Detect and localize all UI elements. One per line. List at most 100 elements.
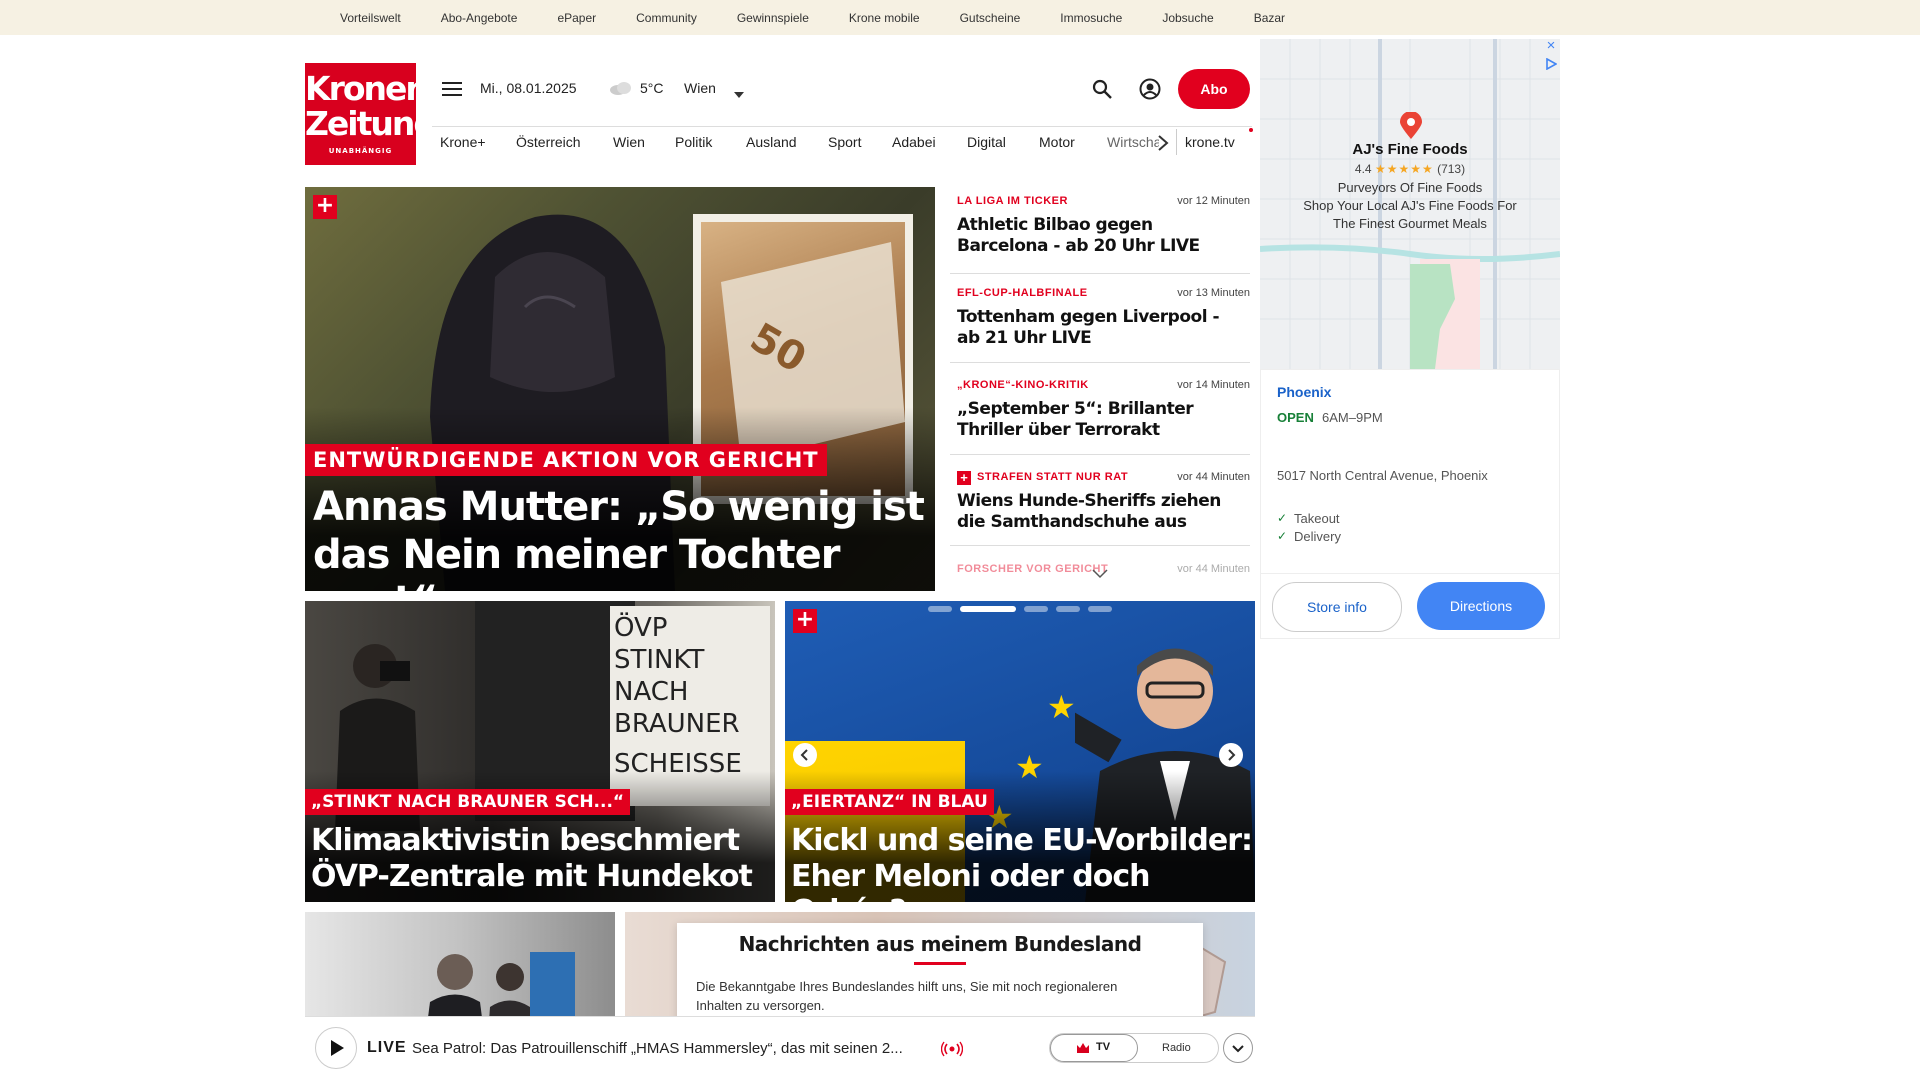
tv-toggle-button[interactable]: TV xyxy=(1050,1034,1138,1062)
utility-bar: Vorteilswelt Abo-Angebote ePaper Communi… xyxy=(0,0,1920,35)
utility-link-krone-mobile[interactable]: Krone mobile xyxy=(849,11,920,25)
utility-link-gewinnspiele[interactable]: Gewinnspiele xyxy=(737,11,809,25)
ad-feature-takeout: Takeout xyxy=(1294,511,1340,526)
carousel-dot-active[interactable] xyxy=(960,606,1016,612)
ad-hours: 6AM–9PM xyxy=(1322,410,1383,425)
nav-item-kroneplus[interactable]: Krone+ xyxy=(440,134,486,150)
list-item-category: EFL-CUP-HALBFINALE xyxy=(957,287,1088,299)
ad-city[interactable]: Phoenix xyxy=(1277,384,1331,400)
list-item-time: vor 13 Minuten xyxy=(1177,287,1250,299)
check-icon: ✓ xyxy=(1277,511,1288,525)
utility-link-bazar[interactable]: Bazar xyxy=(1254,11,1285,25)
nav-item-digital[interactable]: Digital xyxy=(967,134,1006,150)
list-item-time: vor 44 Minuten xyxy=(1177,563,1250,575)
graffiti-line: ÖVP xyxy=(614,613,668,643)
list-item[interactable]: LA LIGA IM TICKER vor 12 Minuten Athleti… xyxy=(950,187,1250,274)
list-item-title[interactable]: Tottenham gegen Liverpool - ab 21 Uhr LI… xyxy=(957,307,1247,349)
check-icon: ✓ xyxy=(1277,529,1288,543)
site-logo[interactable]: Kronen Zeitung UNABHÄNGIG xyxy=(305,63,437,165)
nav-item-politik[interactable]: Politik xyxy=(675,134,712,150)
live-label: LIVE xyxy=(367,1039,407,1056)
utility-link-epaper[interactable]: ePaper xyxy=(557,11,596,25)
list-item-title[interactable]: Athletic Bilbao gegen Barcelona - ab 20 … xyxy=(957,215,1247,257)
popup-title: Nachrichten aus meinem Bundesland xyxy=(738,932,1142,956)
hero-article[interactable]: 50 + ENTWÜRDIGENDE AKTION VOR GERICHT An… xyxy=(305,187,935,591)
carousel-next-icon[interactable] xyxy=(1219,743,1243,767)
list-item-time: vor 12 Minuten xyxy=(1177,195,1250,207)
media-toggle[interactable]: TV Radio xyxy=(1049,1033,1219,1063)
play-button[interactable] xyxy=(315,1027,357,1069)
list-item-title[interactable]: Wiens Hunde-Sheriffs ziehen die Samthand… xyxy=(957,491,1247,533)
article-card-climate-activist[interactable]: ÖVP STINKT NACH BRAUNER SCHEISSE „STINKT… xyxy=(305,601,775,902)
ad-description-line2: Shop Your Local AJ's Fine Foods For xyxy=(1303,198,1517,213)
ad-open-status: OPEN xyxy=(1277,410,1314,425)
list-item[interactable]: „KRONE“-KINO-KRITIK vor 14 Minuten „Sept… xyxy=(950,371,1250,455)
utility-link-gutscheine[interactable]: Gutscheine xyxy=(960,11,1021,25)
nav-item-sport[interactable]: Sport xyxy=(828,134,861,150)
user-account-icon[interactable] xyxy=(1139,78,1161,100)
subscribe-button[interactable]: Abo xyxy=(1178,69,1250,109)
list-item-category: FORSCHER VOR GERICHT xyxy=(957,563,1109,575)
carousel-dot[interactable] xyxy=(928,606,952,612)
search-icon[interactable] xyxy=(1092,79,1112,99)
nav-item-wirtschaft[interactable]: Wirtschaft xyxy=(1107,134,1159,150)
list-item-time: vor 14 Minuten xyxy=(1177,379,1250,391)
hero-headline-line2: das Nein meiner Tochter wert“ xyxy=(313,532,840,591)
card-kicker: „EIERTANZ“ IN BLAU xyxy=(785,789,994,815)
ad-rating-row: 4.4 ★★★★★ (713) xyxy=(1260,162,1560,176)
logo-line2: Zeitung xyxy=(305,104,437,143)
nav-item-krone-tv[interactable]: krone.tv xyxy=(1185,134,1235,150)
list-item-title[interactable]: „September 5“: Brillanter Thriller über … xyxy=(957,399,1247,441)
card-headline-line2: ÖVP-Zentrale mit Hundekot xyxy=(311,859,753,894)
nav-item-oesterreich[interactable]: Österreich xyxy=(516,134,581,150)
carousel-dot[interactable] xyxy=(1024,606,1048,612)
scroll-down-chevron-icon[interactable] xyxy=(1092,566,1108,579)
carousel-dot[interactable] xyxy=(1088,606,1112,612)
ad-close-icon[interactable]: × xyxy=(1544,38,1558,53)
plus-badge-icon: + xyxy=(793,609,817,633)
city-select[interactable]: Wien xyxy=(684,80,716,96)
chevron-right-icon[interactable] xyxy=(1156,135,1170,151)
ad-review-count: (713) xyxy=(1437,162,1466,176)
card-headline-line1: Kickl und seine EU-Vorbilder: xyxy=(791,823,1253,858)
utility-link-abo-angebote[interactable]: Abo-Angebote xyxy=(441,11,518,25)
ad-business-name[interactable]: AJ's Fine Foods xyxy=(1260,141,1560,158)
menu-icon[interactable] xyxy=(442,81,462,97)
utility-link-community[interactable]: Community xyxy=(636,11,697,25)
nav-item-ausland[interactable]: Ausland xyxy=(746,134,797,150)
utility-link-vorteilswelt[interactable]: Vorteilswelt xyxy=(340,11,401,25)
popup-text-line1: Die Bekanntgabe Ihres Bundeslandes hilft… xyxy=(696,979,1118,994)
utility-link-immosuche[interactable]: Immosuche xyxy=(1060,11,1122,25)
utility-link-jobsuche[interactable]: Jobsuche xyxy=(1162,11,1213,25)
nav-item-adabei[interactable]: Adabei xyxy=(892,134,936,150)
map-ad[interactable]: × AJ's Fine Foods 4.4 ★★★★★ (713) Purvey… xyxy=(1260,38,1560,639)
ad-rating-value: 4.4 xyxy=(1354,162,1372,176)
radio-label[interactable]: Radio xyxy=(1162,1042,1191,1054)
ad-address: 5017 North Central Avenue, Phoenix xyxy=(1277,468,1488,483)
nav-item-motor[interactable]: Motor xyxy=(1039,134,1075,150)
ad-description-line3: The Finest Gourmet Meals xyxy=(1333,216,1487,231)
temperature: 5°C xyxy=(640,80,664,96)
expand-player-button[interactable] xyxy=(1223,1033,1253,1063)
tv-label: TV xyxy=(1096,1041,1111,1053)
current-date: Mi., 08.01.2025 xyxy=(480,80,577,96)
list-item-category: „KRONE“-KINO-KRITIK xyxy=(957,379,1089,391)
main-nav: Krone+ Österreich Wien Politik Ausland S… xyxy=(432,126,1253,157)
store-info-button[interactable]: Store info xyxy=(1272,582,1402,632)
crown-icon xyxy=(1076,1041,1090,1053)
list-item[interactable]: + STRAFEN STATT NUR RAT vor 44 Minuten W… xyxy=(950,463,1250,546)
article-card-kickl[interactable]: ★ ★ ★ + „EIERTANZ“ IN BLAU Kickl und sei… xyxy=(785,601,1255,902)
card-headline-line2: Eher Meloni oder doch Orbán? xyxy=(791,859,1151,902)
player-title[interactable]: Sea Patrol: Das Patrouillenschiff „HMAS … xyxy=(412,1040,903,1057)
ad-feature-delivery: Delivery xyxy=(1294,529,1341,544)
nav-divider xyxy=(1176,129,1177,155)
directions-button[interactable]: Directions xyxy=(1417,582,1545,630)
nav-item-wien[interactable]: Wien xyxy=(613,134,645,150)
carousel-prev-icon[interactable] xyxy=(793,743,817,767)
carousel-dot[interactable] xyxy=(1056,606,1080,612)
chevron-down-icon[interactable] xyxy=(734,85,744,98)
ad-choices-icon[interactable] xyxy=(1545,57,1558,71)
region-popup[interactable]: Nachrichten aus meinem Bundesland Die Be… xyxy=(677,923,1203,1023)
carousel-dots[interactable] xyxy=(928,606,1112,614)
list-item[interactable]: EFL-CUP-HALBFINALE vor 13 Minuten Totten… xyxy=(950,279,1250,363)
